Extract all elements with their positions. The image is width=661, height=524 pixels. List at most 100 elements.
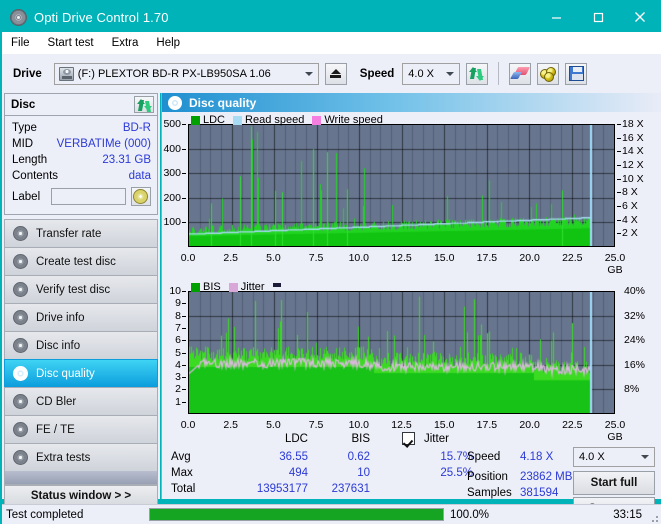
stats-total-ldc: 13953177 (256, 483, 308, 495)
sidebar-item-label: Verify test disc (36, 283, 111, 296)
disc-row-key: Length (12, 154, 48, 166)
axis-tick-label: 24% (624, 334, 646, 347)
disc-extra-icon (13, 450, 28, 465)
axis-tick-label: 40% (624, 285, 646, 297)
menu-item-start-test[interactable]: Start test (39, 32, 103, 54)
stats-position-label: Position (467, 471, 508, 483)
eject-button[interactable] (324, 62, 347, 85)
disc-row-key: MID (12, 138, 34, 150)
axis-tick-label: 1 (175, 395, 181, 408)
refresh-icon (137, 98, 152, 112)
eject-icon (330, 69, 342, 78)
axis-tick-mark (182, 377, 186, 379)
stats-samples-value: 381594 (520, 487, 559, 499)
disc-bler-icon (13, 394, 28, 409)
status-bar: Test completed 100.0% 33:15 (2, 504, 661, 524)
stats-row-label-avg: Avg (171, 451, 191, 463)
menu-item-extra[interactable]: Extra (103, 32, 148, 54)
close-icon[interactable] (619, 2, 661, 32)
jitter-checkbox[interactable] (402, 432, 415, 448)
axis-tick-mark (182, 315, 186, 317)
sidebar-item-verify-test-disc[interactable]: Verify test disc (4, 275, 158, 303)
legend-label-bis: BIS (203, 281, 221, 293)
sidebar-item-create-test-disc[interactable]: Create test disc (4, 247, 158, 275)
disc-fete-icon (13, 422, 28, 437)
disc-create-icon (13, 254, 28, 269)
menu-item-file[interactable]: File (2, 32, 39, 54)
menu-item-help[interactable]: Help (147, 32, 189, 54)
bottom-chart-plot-area[interactable] (188, 291, 615, 414)
minimize-icon[interactable] (535, 2, 577, 32)
legend-swatch-ldc (191, 115, 200, 125)
stats-header-jitter: Jitter (424, 433, 449, 445)
sidebar-item-transfer-rate[interactable]: Transfer rate (4, 219, 158, 247)
left-panel: Disc Type BD-R MID VERBATIMe (000) Lengt… (2, 93, 160, 507)
disc-label-row: Label (12, 187, 151, 206)
axis-tick-mark (182, 401, 186, 403)
stats-samples-label: Samples (467, 487, 512, 499)
axis-tick-mark (182, 389, 186, 391)
sidebar-item-disc-quality[interactable]: Disc quality (4, 359, 158, 387)
disc-label-button[interactable] (130, 187, 151, 206)
disc-info-box: Disc Type BD-R MID VERBATIMe (000) Lengt… (4, 93, 158, 215)
axis-tick-label: 5 (175, 346, 181, 359)
sidebar-item-label: Create test disc (36, 255, 116, 268)
disc-row-contents: Contents data (12, 168, 151, 184)
refresh-icon (469, 66, 485, 81)
window-title: Opti Drive Control 1.70 (34, 9, 169, 25)
axis-tick-label: 7 (175, 321, 181, 334)
disc-drive-icon (13, 310, 28, 325)
chevron-down-icon (446, 71, 455, 76)
legend-swatch-read-speed (233, 115, 243, 125)
speed-select-value: 4.0 X (408, 67, 434, 80)
drive-select[interactable]: (F:) PLEXTOR BD-R PX-LB950SA 1.06 (53, 62, 319, 85)
legend-label-read-speed: Read speed (245, 114, 305, 126)
sidebar-filler (4, 471, 158, 485)
sidebar-item-fe-te[interactable]: FE / TE (4, 415, 158, 443)
axis-tick-mark (182, 352, 186, 354)
disc-row-type: Type BD-R (12, 120, 151, 136)
bottom-chart-y-axis: 1 2 3 4 5 6 7 8 9 10 (162, 286, 186, 414)
sidebar-item-label: Extra tests (36, 451, 91, 464)
axis-tick-label: 15.0 (433, 419, 455, 431)
axis-tick-label: 3 (175, 371, 181, 384)
sidebar-item-drive-info[interactable]: Drive info (4, 303, 158, 331)
sidebar-item-label: Transfer rate (36, 227, 102, 240)
resize-grip-icon[interactable] (648, 512, 658, 522)
sidebar-item-disc-info[interactable]: Disc info (4, 331, 158, 359)
stats-max-ldc: 494 (288, 467, 308, 479)
disc-label-input[interactable] (50, 188, 126, 205)
progress-percent: 100.0% (450, 508, 490, 521)
stats-row-label-total: Total (171, 483, 196, 495)
drive-select-value: (F:) PLEXTOR BD-R PX-LB950SA 1.06 (77, 67, 271, 80)
legend-label-ldc: LDC (203, 114, 226, 126)
app-window: Opti Drive Control 1.70 File Start test … (0, 0, 661, 524)
save-button[interactable] (565, 62, 588, 85)
axis-tick-label: 2.5 (223, 419, 238, 431)
erase-button[interactable] (509, 62, 532, 85)
test-speed-select[interactable]: 4.0 X (573, 447, 655, 467)
sidebar-item-cd-bler[interactable]: CD Bler (4, 387, 158, 415)
legend-label-jitter: Jitter (240, 281, 265, 293)
sidebar-item-label: Disc quality (36, 367, 95, 380)
disc-row-value: data (128, 170, 151, 182)
axis-tick-label: 2 (175, 383, 181, 396)
disc-refresh-button[interactable] (134, 96, 154, 113)
disc-quality-icon (13, 366, 28, 381)
disc-row-value: VERBATIMe (000) (56, 138, 151, 150)
axis-tick-label: 9 (175, 297, 181, 310)
stats-row-label-max: Max (171, 467, 193, 479)
sidebar-item-extra-tests[interactable]: Extra tests (4, 443, 158, 471)
start-full-button[interactable]: Start full (573, 471, 655, 495)
top-chart-legend: LDC Read speed Write speed (191, 114, 388, 126)
axis-tick-label: 16% (624, 358, 646, 371)
speed-select[interactable]: 4.0 X (402, 62, 461, 85)
window-controls (535, 2, 661, 32)
maximize-icon[interactable] (577, 2, 619, 32)
axis-tick-label: 32% (624, 309, 646, 322)
disc-verify-icon (13, 282, 28, 297)
refresh-drive-button[interactable] (466, 62, 489, 85)
disc-box-header: Disc (5, 94, 157, 116)
stats-header-bis: BIS (351, 433, 370, 445)
bitsetting-button[interactable] (537, 62, 560, 85)
